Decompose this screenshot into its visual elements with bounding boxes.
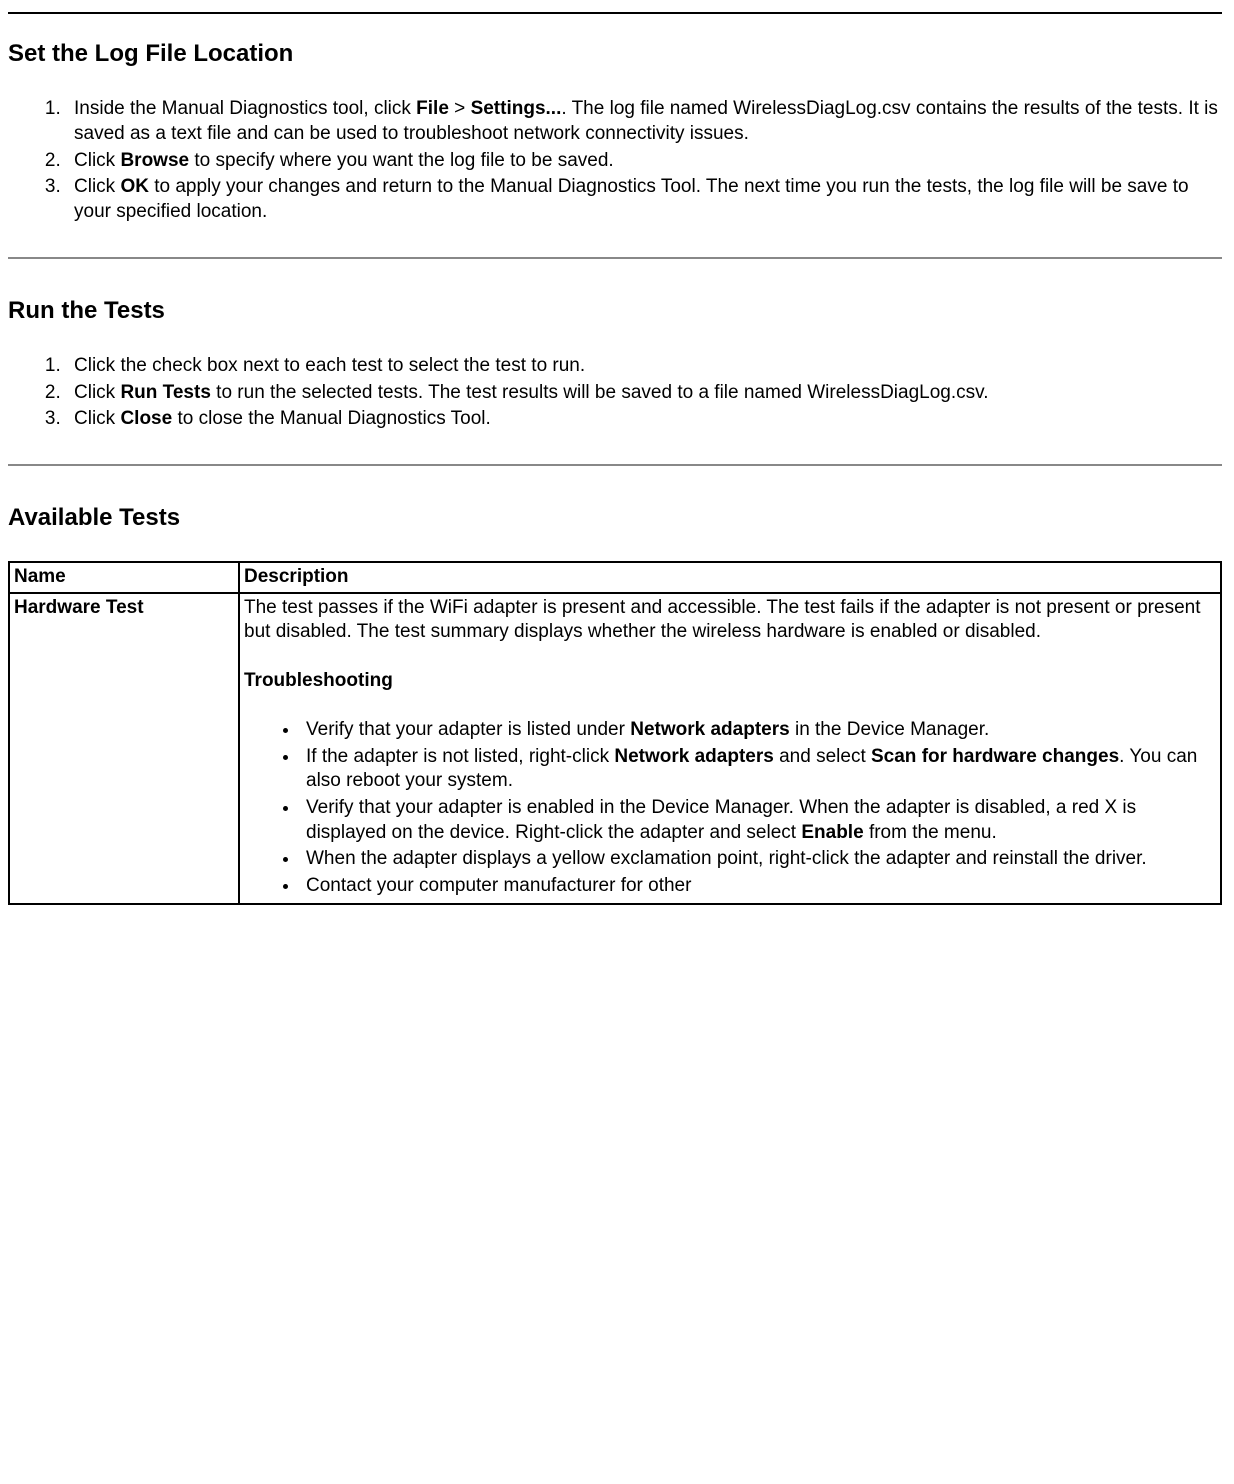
list-item: Click Run Tests to run the selected test… — [66, 381, 1222, 406]
heading-run-tests: Run the Tests — [8, 295, 1222, 326]
bold-text: Close — [120, 408, 172, 429]
table-row: Hardware Test The test passes if the WiF… — [9, 593, 1221, 904]
list-item: When the adapter displays a yellow excla… — [300, 847, 1216, 872]
bold-text: Enable — [801, 822, 863, 843]
heading-set-log-location: Set the Log File Location — [8, 38, 1222, 69]
list-item: If the adapter is not listed, right-clic… — [300, 745, 1216, 794]
section-rule — [8, 464, 1222, 466]
bold-text: Browse — [120, 150, 189, 171]
list-item: Click Close to close the Manual Diagnost… — [66, 407, 1222, 432]
test-description-cell: The test passes if the WiFi adapter is p… — [239, 593, 1221, 904]
troubleshooting-list: Verify that your adapter is listed under… — [244, 718, 1216, 899]
bold-text: Network adapters — [630, 719, 789, 740]
list-item: Inside the Manual Diagnostics tool, clic… — [66, 97, 1222, 146]
section-rule — [8, 257, 1222, 259]
run-tests-steps: Click the check box next to each test to… — [8, 354, 1222, 432]
col-header-name: Name — [9, 562, 239, 593]
list-item: Contact your computer manufacturer for o… — [300, 874, 1216, 899]
table-header-row: Name Description — [9, 562, 1221, 593]
top-rule — [8, 12, 1222, 14]
bold-text: OK — [120, 176, 149, 197]
col-header-description: Description — [239, 562, 1221, 593]
troubleshooting-heading: Troubleshooting — [244, 669, 1216, 694]
bold-text: Scan for hardware changes — [871, 746, 1119, 767]
available-tests-table: Name Description Hardware Test The test … — [8, 561, 1222, 905]
list-item: Verify that your adapter is enabled in t… — [300, 796, 1216, 845]
bold-text: Network adapters — [614, 746, 773, 767]
set-log-steps: Inside the Manual Diagnostics tool, clic… — [8, 97, 1222, 224]
list-item: Click OK to apply your changes and retur… — [66, 175, 1222, 224]
list-item: Verify that your adapter is listed under… — [300, 718, 1216, 743]
bold-text: Run Tests — [120, 382, 210, 403]
bold-text: Settings... — [471, 98, 562, 119]
description-text: The test passes if the WiFi adapter is p… — [244, 596, 1216, 645]
heading-available-tests: Available Tests — [8, 502, 1222, 533]
list-item: Click Browse to specify where you want t… — [66, 149, 1222, 174]
list-item: Click the check box next to each test to… — [66, 354, 1222, 379]
test-name-cell: Hardware Test — [9, 593, 239, 904]
bold-text: File — [416, 98, 449, 119]
